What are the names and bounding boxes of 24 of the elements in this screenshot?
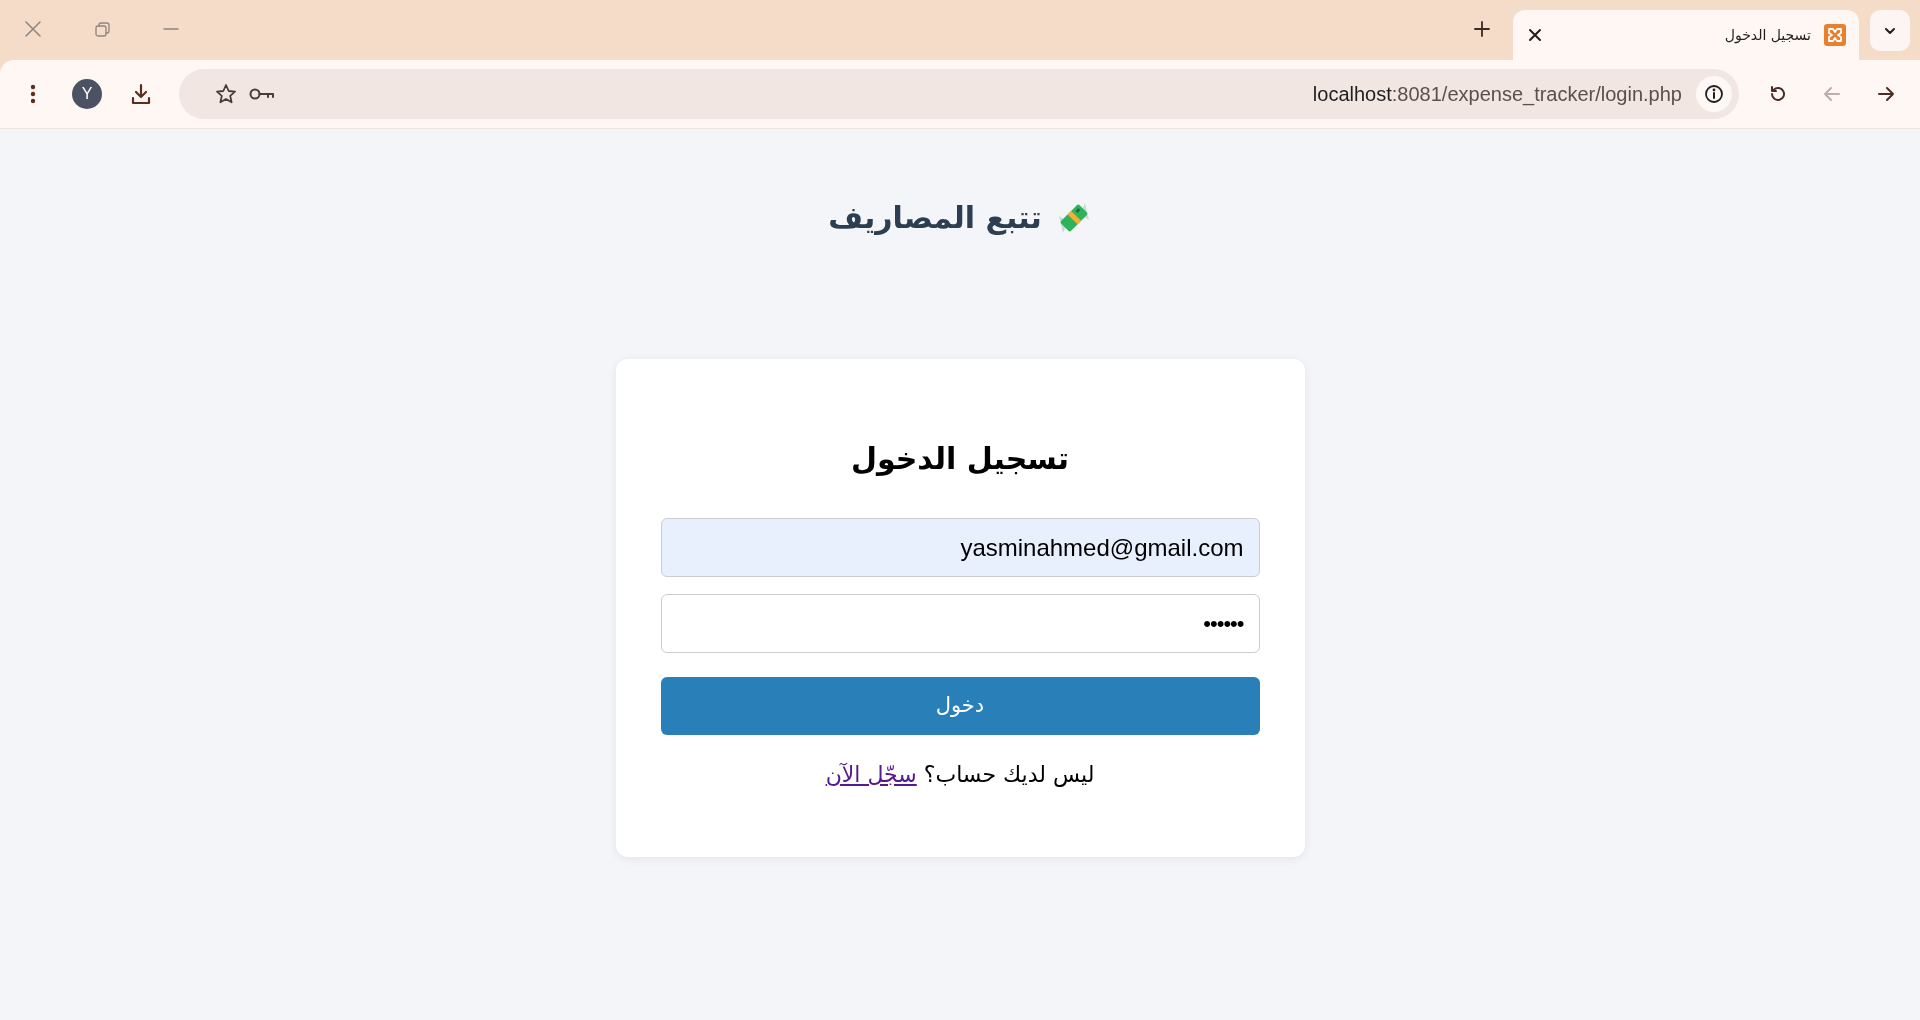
signup-prompt-text: ليس لديك حساب؟ سجّل الآن (824, 761, 1096, 789)
password-field[interactable]: •••••• (660, 594, 1260, 653)
site-info-button[interactable] (1696, 76, 1732, 112)
download-icon (130, 83, 152, 105)
app-title: تتبع المصاريف (828, 199, 1042, 237)
address-bar[interactable]: localhost:8081/expense_tracker/login.php (179, 69, 1739, 119)
profile-button[interactable]: Y (72, 79, 102, 109)
reload-icon (1768, 84, 1788, 104)
form-heading: تسجيل الدخول (849, 440, 1071, 478)
site-logo-icon (1824, 24, 1846, 46)
close-icon (1528, 28, 1542, 42)
key-icon (249, 87, 275, 101)
plus-icon (1474, 21, 1490, 37)
url-text: localhost:8081/expense_tracker/login.php (1312, 82, 1682, 108)
signup-link[interactable]: سجّل الآن (825, 762, 917, 787)
vertical-dots-icon (30, 84, 36, 104)
browser-tab[interactable]: تسجيل الدخول (1513, 10, 1859, 60)
login-button[interactable]: دخول (660, 677, 1260, 735)
email-field[interactable]: yasminahmed@gmail.com (660, 518, 1260, 577)
close-icon (25, 21, 41, 37)
restore-icon (94, 21, 110, 37)
star-icon (215, 83, 237, 105)
minimize-icon (163, 28, 179, 30)
info-icon (1704, 84, 1724, 104)
